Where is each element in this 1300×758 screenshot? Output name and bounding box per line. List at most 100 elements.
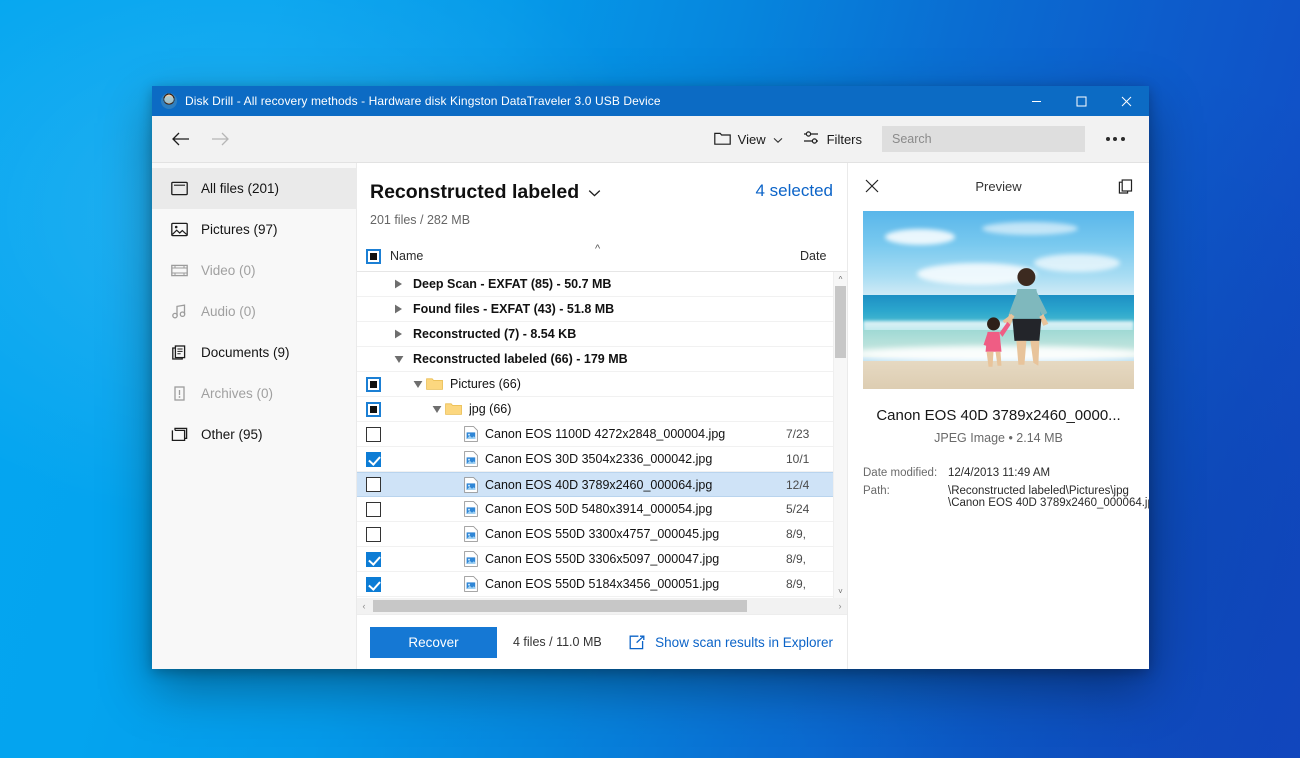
checkbox-indeterminate: [366, 248, 381, 264]
column-header-row: Name ^ Date: [357, 241, 847, 272]
row-name-cell: Canon EOS 550D 3306x5097_000047.jpg: [390, 551, 786, 567]
forward-arrow-icon[interactable]: [200, 122, 240, 156]
scroll-left-arrow-icon[interactable]: ‹: [357, 601, 371, 611]
vertical-scrollbar[interactable]: ^ ˅: [833, 272, 847, 598]
sidebar-item-archives[interactable]: Archives (0): [152, 373, 356, 414]
table-row[interactable]: Canon EOS 550D 3300x4757_000045.jpg 8/9,: [357, 522, 833, 547]
sidebar-item-audio[interactable]: Audio (0): [152, 291, 356, 332]
image-file-icon: [464, 551, 478, 567]
checkbox-partial: [366, 376, 381, 392]
row-checkbox[interactable]: [357, 376, 390, 392]
row-checkbox[interactable]: [357, 477, 390, 492]
row-checkbox[interactable]: [357, 551, 390, 567]
sidebar-label-documents: Documents (9): [201, 345, 290, 360]
scroll-down-arrow-icon[interactable]: ˅: [834, 584, 847, 598]
expand-triangle-icon[interactable]: [390, 279, 407, 289]
sidebar-item-documents[interactable]: Documents (9): [152, 332, 356, 373]
collapse-triangle-icon[interactable]: [428, 405, 445, 414]
vertical-scrollbar-thumb[interactable]: [835, 286, 846, 358]
table-row[interactable]: Reconstructed labeled (66) - 179 MB: [357, 347, 833, 372]
scroll-right-arrow-icon[interactable]: ›: [833, 601, 847, 611]
recover-button[interactable]: Recover: [370, 626, 497, 658]
selected-count[interactable]: 4 selected: [756, 181, 834, 201]
view-label: View: [737, 131, 766, 147]
sidebar-item-other[interactable]: Other (95): [152, 414, 356, 455]
show-in-explorer-link[interactable]: Show scan results in Explorer: [629, 635, 833, 650]
table-row[interactable]: Canon EOS 30D 3504x2336_000042.jpg 10/1: [357, 447, 833, 472]
row-name-cell: Canon EOS 30D 3504x2336_000042.jpg: [390, 451, 786, 467]
row-checkbox[interactable]: [357, 576, 390, 592]
preview-file-meta: JPEG Image • 2.14 MB: [934, 431, 1063, 445]
table-row[interactable]: Canon EOS 550D 5184x3456_000051.jpg 8/9,: [357, 572, 833, 597]
sort-ascending-icon: ^: [595, 243, 601, 255]
table-row[interactable]: Deep Scan - EXFAT (85) - 50.7 MB: [357, 272, 833, 297]
external-link-icon: [629, 635, 646, 650]
filters-button[interactable]: Filters: [793, 123, 872, 155]
select-all-checkbox[interactable]: [357, 248, 390, 264]
scroll-up-arrow-icon[interactable]: ^: [834, 272, 847, 286]
horizontal-scrollbar-track[interactable]: [371, 598, 833, 614]
back-arrow-icon[interactable]: [160, 122, 200, 156]
row-label: jpg (66): [469, 402, 512, 416]
expand-triangle-icon[interactable]: [390, 304, 407, 314]
table-row[interactable]: Canon EOS 50D 5480x3914_000054.jpg 5/24: [357, 497, 833, 522]
view-button[interactable]: View: [704, 123, 793, 155]
close-preview-icon[interactable]: [860, 174, 884, 198]
table-row[interactable]: Canon EOS 1100D 4272x2848_000004.jpg 7/23: [357, 422, 833, 447]
sidebar-item-video[interactable]: Video (0): [152, 250, 356, 291]
row-label: Found files - EXFAT (43) - 51.8 MB: [413, 302, 615, 316]
row-label: Canon EOS 1100D 4272x2848_000004.jpg: [485, 427, 726, 441]
row-label: Reconstructed labeled (66) - 179 MB: [413, 352, 628, 366]
image-file-icon: [464, 426, 478, 442]
bottom-bar: Recover 4 files / 11.0 MB Show scan resu…: [357, 614, 847, 669]
page-title[interactable]: Reconstructed labeled: [370, 181, 601, 204]
chevron-down-icon[interactable]: [588, 181, 601, 204]
show-in-explorer-label: Show scan results in Explorer: [655, 634, 833, 650]
search-placeholder: Search: [892, 132, 932, 146]
file-list-pane: Reconstructed labeled 4 selected 201 fil…: [357, 163, 847, 669]
maximize-button[interactable]: [1059, 86, 1104, 116]
horizontal-scrollbar[interactable]: ‹ ›: [357, 598, 847, 614]
more-options-icon[interactable]: [1093, 122, 1137, 156]
file-rows-region: Deep Scan - EXFAT (85) - 50.7 MB Found fi…: [357, 272, 847, 598]
row-date-cell: 10/1: [786, 452, 810, 466]
sidebar-item-pictures[interactable]: Pictures (97): [152, 209, 356, 250]
close-button[interactable]: [1104, 86, 1149, 116]
row-label: Canon EOS 50D 5480x3914_000054.jpg: [485, 502, 713, 516]
row-label: Deep Scan - EXFAT (85) - 50.7 MB: [413, 277, 612, 291]
sliders-icon: [803, 130, 820, 148]
minimize-button[interactable]: [1014, 86, 1059, 116]
row-checkbox[interactable]: [357, 451, 390, 467]
table-row[interactable]: Canon EOS 40D 3789x2460_000064.jpg 12/4: [357, 472, 833, 497]
row-name-cell: Deep Scan - EXFAT (85) - 50.7 MB: [390, 277, 786, 291]
table-row[interactable]: Reconstructed (7) - 8.54 KB: [357, 322, 833, 347]
sidebar-label-pictures: Pictures (97): [201, 222, 278, 237]
row-date-cell: 5/24: [786, 502, 810, 516]
app-icon: [161, 93, 177, 109]
row-checkbox[interactable]: [357, 526, 390, 542]
table-row[interactable]: Found files - EXFAT (43) - 51.8 MB: [357, 297, 833, 322]
horizontal-scrollbar-thumb[interactable]: [373, 600, 748, 612]
sidebar-item-all-files[interactable]: All files (201): [152, 168, 356, 209]
row-checkbox[interactable]: [357, 501, 390, 517]
copy-icon[interactable]: [1113, 174, 1137, 198]
expand-triangle-icon[interactable]: [390, 329, 407, 339]
property-path: Path: \Reconstructed labeled\Pictures\jp…: [863, 485, 1149, 509]
search-input[interactable]: Search: [882, 126, 1085, 152]
collapse-triangle-icon[interactable]: [409, 380, 426, 389]
sidebar-label-all-files: All files (201): [201, 181, 280, 196]
table-row[interactable]: Canon EOS 550D 3306x5097_000047.jpg 8/9,: [357, 547, 833, 572]
column-header-name[interactable]: Name ^: [390, 243, 800, 263]
sidebar-label-other: Other (95): [201, 427, 263, 442]
property-key: Path:: [863, 485, 890, 497]
photo-child: [983, 317, 1011, 367]
column-header-date[interactable]: Date: [800, 249, 847, 263]
table-row[interactable]: Pictures (66): [357, 372, 833, 397]
sidebar-label-archives: Archives (0): [201, 386, 274, 401]
preview-image[interactable]: [863, 211, 1134, 389]
row-checkbox[interactable]: [357, 426, 390, 442]
table-row[interactable]: jpg (66): [357, 397, 833, 422]
row-checkbox[interactable]: [357, 401, 390, 417]
row-name-cell: Canon EOS 550D 3300x4757_000045.jpg: [390, 526, 786, 542]
collapse-triangle-icon[interactable]: [390, 355, 407, 364]
